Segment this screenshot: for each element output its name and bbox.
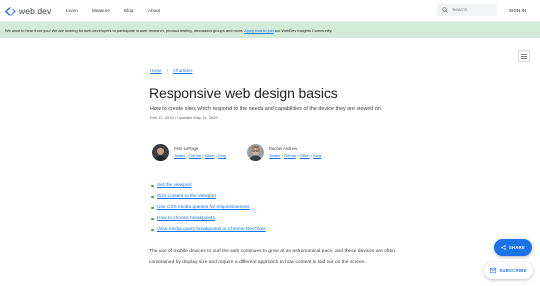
author-links: Twitter • GitHub • Glitch • Blog: [174, 153, 226, 158]
toc-link[interactable]: Size content to the viewport: [157, 194, 216, 199]
author-link-github[interactable]: GitHub: [189, 153, 201, 158]
share-button[interactable]: SHARE: [494, 239, 532, 256]
article-paragraph: The use of mobile devices to surf the we…: [149, 249, 396, 265]
author-link-blog[interactable]: Blog: [218, 153, 226, 158]
author-info: Rachel Andrew Twitter • GitHub • Glitch …: [269, 146, 321, 158]
list-item: Size content to the viewport: [150, 194, 266, 205]
list-item: View media query breakpoints in Chrome D…: [150, 227, 266, 238]
toc-list: Set the viewport Size content to the vie…: [150, 183, 266, 238]
nav-blog[interactable]: Blog: [124, 8, 133, 13]
toc-link[interactable]: View media query breakpoints in Chrome D…: [157, 227, 266, 232]
author-card: Pete LePage Twitter • GitHub • Glitch • …: [152, 143, 226, 161]
author-photo-icon: [152, 143, 169, 161]
share-icon: [501, 245, 506, 250]
author-name: Rachel Andrew: [269, 146, 298, 151]
chevron-right-icon: ›: [166, 68, 168, 73]
banner-text-before: We want to hear from you! We are looking…: [5, 27, 245, 33]
author-name: Pete LePage: [174, 146, 199, 151]
subscribe-button[interactable]: SUBSCRIBE: [484, 262, 533, 279]
breadcrumb-all-articles[interactable]: All articles: [173, 68, 193, 73]
page-title: Responsive web design basics: [149, 85, 338, 101]
subscribe-label: SUBSCRIBE: [499, 268, 527, 273]
author-links: Twitter • GitHub • Glitch • Blog: [269, 153, 321, 158]
article-dates: Feb 12, 2019 • Updated May 14, 2020: [150, 115, 218, 120]
banner-text-after: our WebDev Insights Community.: [273, 27, 333, 33]
author-link-glitch[interactable]: Glitch: [300, 153, 310, 158]
search-box[interactable]: [437, 4, 497, 16]
page-subtitle: How to create sites which respond to the…: [150, 106, 383, 112]
search-input[interactable]: [452, 7, 496, 13]
bullet-icon: [151, 217, 154, 220]
list-item: How to choose breakpoints: [150, 216, 266, 227]
toc-link[interactable]: Use CSS media queries for responsiveness: [157, 205, 250, 210]
web-dev-logo-icon: [5, 7, 16, 15]
author-link-glitch[interactable]: Glitch: [205, 153, 215, 158]
avatar[interactable]: [152, 143, 169, 161]
nav-about[interactable]: About: [148, 8, 160, 13]
bullet-icon: [151, 195, 154, 198]
list-item: Use CSS media queries for responsiveness: [150, 205, 266, 216]
nav-measure[interactable]: Measure: [92, 8, 110, 13]
list-icon: [521, 53, 527, 59]
author-link-twitter[interactable]: Twitter: [174, 153, 185, 158]
banner-apply-link[interactable]: Apply now to join: [244, 28, 273, 33]
author-info: Pete LePage Twitter • GitHub • Glitch • …: [174, 146, 226, 158]
avatar[interactable]: [247, 143, 264, 161]
author-card: Rachel Andrew Twitter • GitHub • Glitch …: [247, 143, 321, 161]
author-link-github[interactable]: GitHub: [284, 153, 296, 158]
toc-link[interactable]: How to choose breakpoints: [157, 216, 215, 221]
bullet-icon: [151, 184, 154, 187]
community-banner: We want to hear from you! We are looking…: [0, 22, 540, 38]
mail-icon: [490, 268, 497, 273]
author-photo-icon: [247, 143, 264, 161]
breadcrumb-home[interactable]: Home: [150, 68, 161, 73]
list-item: Set the viewport: [150, 183, 266, 194]
search-icon: [442, 7, 448, 13]
bullet-icon: [151, 206, 154, 209]
share-label: SHARE: [508, 245, 526, 250]
logo[interactable]: web.dev: [5, 5, 51, 17]
logo-text: web.dev: [19, 6, 52, 16]
breadcrumb: Home › All articles: [150, 68, 193, 73]
toc-link[interactable]: Set the viewport: [157, 183, 191, 188]
nav-learn[interactable]: Learn: [66, 8, 78, 13]
sign-in-button[interactable]: SIGN IN: [509, 8, 526, 13]
banner-text: We want to hear from you! We are looking…: [5, 28, 332, 33]
author-link-blog[interactable]: Blog: [313, 153, 321, 158]
table-of-contents-button[interactable]: [518, 50, 530, 62]
site-header: web.dev Learn Measure Blog About SIGN IN: [0, 0, 540, 22]
author-link-twitter[interactable]: Twitter: [269, 153, 280, 158]
bullet-icon: [151, 228, 154, 231]
